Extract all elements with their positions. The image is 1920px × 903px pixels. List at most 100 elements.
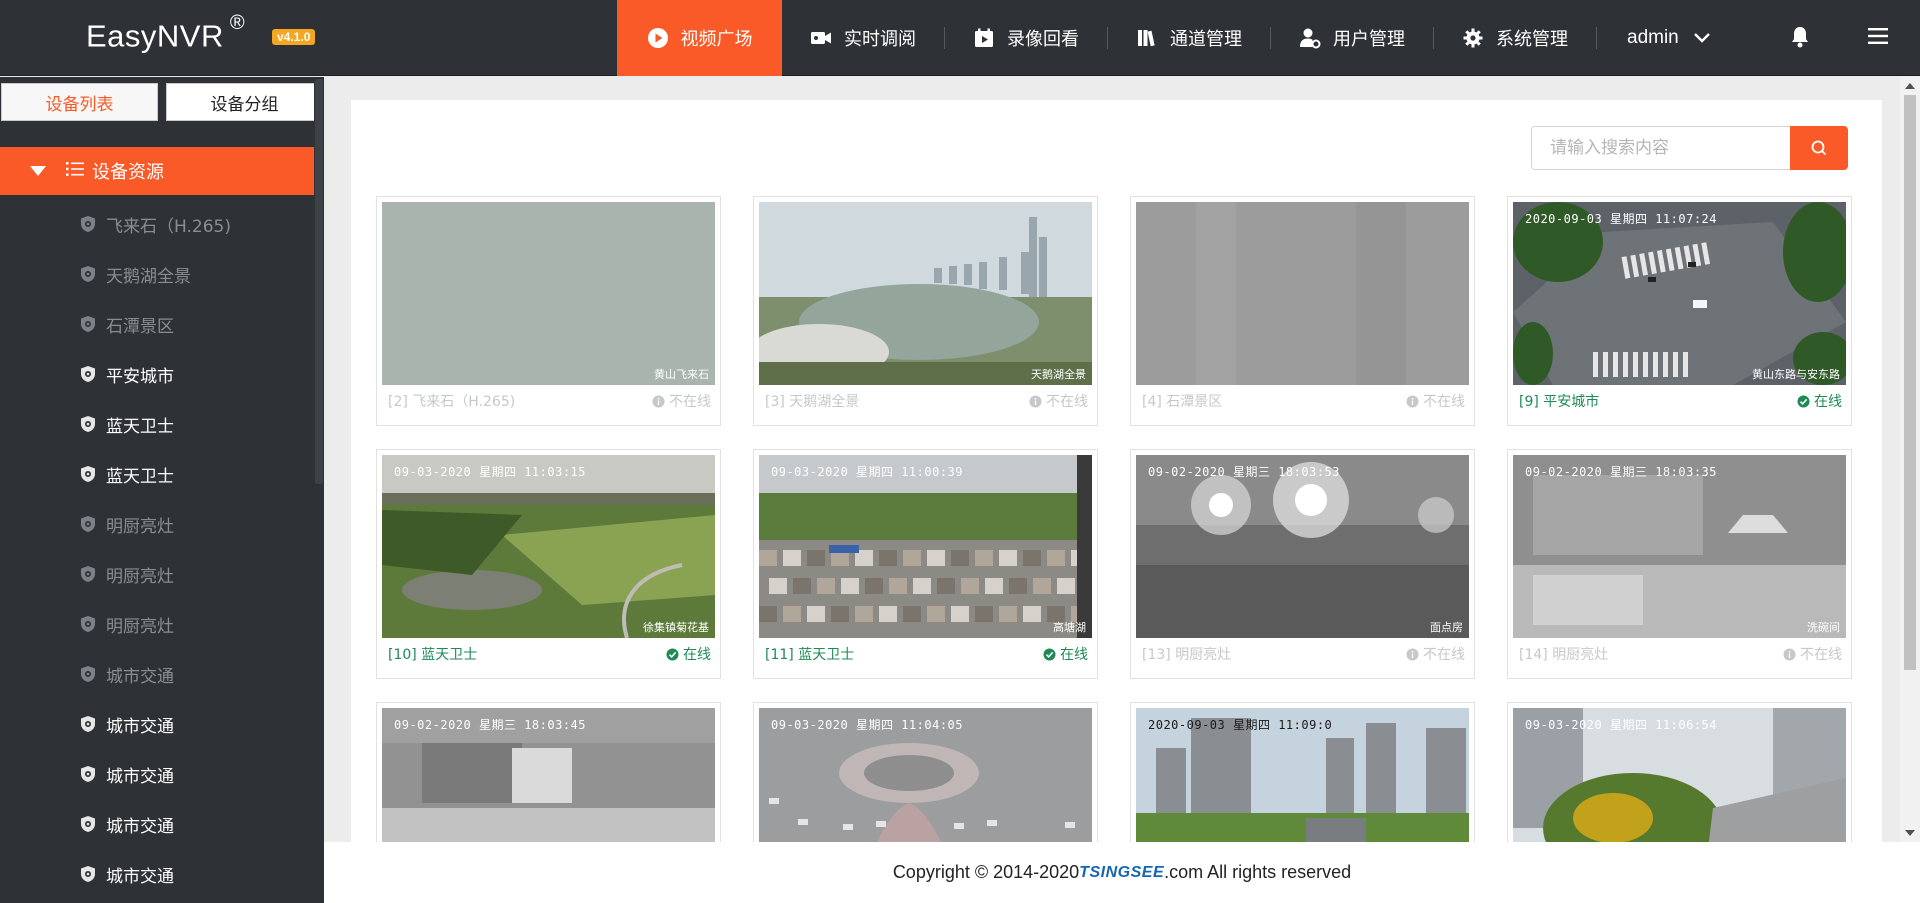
camera-shield-icon	[81, 766, 95, 782]
video-card[interactable]: 09-02-2020 星期三 18:03:35 洗碗间 [14] 明厨亮灶 不在线	[1507, 449, 1852, 679]
status-text: 在线	[683, 647, 711, 663]
device-item[interactable]: 天鹅湖全景	[0, 249, 314, 299]
user-menu[interactable]: admin	[1627, 27, 1711, 49]
video-caption: [2] 飞来石（H.265) 不在线	[388, 391, 711, 411]
camera-shield-icon	[81, 616, 95, 632]
device-item[interactable]: 城市交通	[0, 749, 314, 799]
osd-timestamp: 09-03-2020 星期四 11:06:54	[1525, 718, 1717, 732]
nav-item-3[interactable]: 通道管理	[1108, 0, 1270, 76]
video-card[interactable]: 黄山飞来石 [2] 飞来石（H.265) 不在线	[376, 196, 721, 426]
video-card[interactable]: 2020-09-03 星期四 11:07:24 黄山东路与安东路 [9] 平安城市 在…	[1507, 196, 1852, 426]
osd-timestamp: 09-03-2020 星期四 11:00:39	[771, 465, 963, 479]
video-thumbnail[interactable]: 天鹅湖全景	[759, 202, 1092, 385]
video-thumbnail[interactable]: 09-03-2020 星期四 11:03:15 徐集镇菊花基	[382, 455, 715, 638]
status-badge: 不在线	[1029, 391, 1088, 411]
scroll-down-arrow-icon[interactable]	[1905, 830, 1915, 836]
channel-title: [4] 石潭景区	[1142, 394, 1223, 410]
video-thumbnail[interactable]: 2020-09-03 星期四 11:07:24 黄山东路与安东路	[1513, 202, 1846, 385]
video-card[interactable]: 2020-09-03 星期四 11:09:0	[1130, 702, 1475, 842]
video-card[interactable]: 09-03-2020 星期四 11:03:15 徐集镇菊花基 [10] 蓝天卫士 在线	[376, 449, 721, 679]
calendar-play-icon	[973, 27, 995, 49]
device-item[interactable]: 石潭景区	[0, 299, 314, 349]
video-frame	[1136, 455, 1469, 638]
video-thumbnail[interactable]: 09-03-2020 星期四 11:04:05	[759, 708, 1092, 842]
video-caption: [4] 石潭景区 不在线	[1142, 391, 1465, 411]
video-card[interactable]: 09-03-2020 星期四 11:04:05	[753, 702, 1098, 842]
tab-device-group[interactable]: 设备分组	[166, 83, 323, 121]
tab-device-list[interactable]: 设备列表	[1, 83, 158, 121]
status-badge: 在线	[1797, 391, 1842, 411]
device-item[interactable]: 城市交通	[0, 649, 314, 699]
camera-shield-icon	[81, 866, 95, 882]
nav-item-label: 通道管理	[1170, 29, 1242, 50]
device-item[interactable]: 平安城市	[0, 349, 314, 399]
video-thumbnail[interactable]: 2020-09-03 星期四 11:09:0	[1136, 708, 1469, 842]
brand-logo[interactable]: EasyNVR ®	[86, 12, 245, 54]
video-card[interactable]: 09-03-2020 星期四 11:00:39 高塘湖 [11] 蓝天卫士 在线	[753, 449, 1098, 679]
device-item[interactable]: 蓝天卫士	[0, 449, 314, 499]
status-text: 不在线	[669, 394, 711, 410]
nav-item-5[interactable]: 系统管理	[1434, 0, 1596, 76]
status-badge: 在线	[666, 644, 711, 664]
video-card[interactable]: 09-02-2020 星期三 18:03:53 面点房 [13] 明厨亮灶 不在线	[1130, 449, 1475, 679]
bell-icon[interactable]	[1790, 26, 1810, 52]
username: admin	[1627, 27, 1679, 48]
search-button[interactable]	[1790, 126, 1848, 170]
osd-location: 面点房	[1430, 621, 1463, 634]
channel-title: [11] 蓝天卫士	[765, 647, 855, 663]
search-input[interactable]	[1531, 126, 1790, 170]
info-circle-icon	[1406, 395, 1419, 407]
device-item[interactable]: 城市交通	[0, 849, 314, 899]
search-icon	[1811, 140, 1827, 156]
nav-item-4[interactable]: 用户管理	[1271, 0, 1433, 76]
search-box	[1531, 126, 1848, 170]
check-circle-icon	[1797, 395, 1810, 407]
info-circle-icon	[1406, 648, 1419, 660]
status-text: 在线	[1060, 647, 1088, 663]
sidebar-scrollbar-thumb[interactable]	[315, 79, 323, 484]
video-card[interactable]: 天鹅湖全景 [3] 天鹅湖全景 不在线	[753, 196, 1098, 426]
channel-title: [13] 明厨亮灶	[1142, 647, 1232, 663]
nav-item-2[interactable]: 录像回看	[945, 0, 1107, 76]
sidebar-scrollbar[interactable]	[314, 77, 324, 903]
device-item[interactable]: 飞来石（H.265)	[0, 199, 314, 249]
camera-shield-icon	[81, 516, 95, 532]
video-frame	[759, 202, 1092, 385]
status-badge: 不在线	[1406, 644, 1465, 664]
video-frame	[1513, 202, 1846, 385]
device-item[interactable]: 蓝天卫士	[0, 399, 314, 449]
footer-copyright: Copyright © 2014-2020	[892, 862, 1080, 882]
scroll-up-arrow-icon[interactable]	[1905, 83, 1915, 89]
video-thumbnail[interactable]	[1136, 202, 1469, 385]
device-item[interactable]: 明厨亮灶	[0, 599, 314, 649]
tree-root-device-resources[interactable]: 设备资源	[0, 147, 314, 195]
main-scrollbar[interactable]	[1900, 77, 1920, 842]
osd-location: 黄山东路与安东路	[1752, 368, 1840, 381]
video-card[interactable]: 09-02-2020 星期三 18:03:45	[376, 702, 721, 842]
video-thumbnail[interactable]: 09-02-2020 星期三 18:03:35 洗碗间	[1513, 455, 1846, 638]
hamburger-menu-icon[interactable]	[1868, 27, 1888, 49]
nav-item-label: 实时调阅	[844, 29, 916, 50]
main-scrollbar-thumb[interactable]	[1904, 95, 1916, 670]
main-nav: 视频广场 实时调阅 录像回看 通道管理 用户管理 系统管理 admin	[617, 0, 1711, 76]
status-text: 不在线	[1800, 647, 1842, 663]
camera-shield-icon	[81, 466, 95, 482]
footer-tsingsee-logo[interactable]: TSINGSEE	[1079, 864, 1164, 882]
device-item[interactable]: 明厨亮灶	[0, 549, 314, 599]
device-item[interactable]: 城市交通	[0, 699, 314, 749]
nav-item-1[interactable]: 实时调阅	[782, 0, 944, 76]
video-thumbnail[interactable]: 黄山飞来石	[382, 202, 715, 385]
device-item[interactable]: 城市交通	[0, 799, 314, 849]
channel-title: [9] 平安城市	[1519, 394, 1600, 410]
nav-item-0[interactable]: 视频广场	[617, 0, 782, 76]
brand-name: EasyNVR	[86, 18, 224, 54]
video-thumbnail[interactable]: 09-02-2020 星期三 18:03:45	[382, 708, 715, 842]
video-thumbnail[interactable]: 09-02-2020 星期三 18:03:53 面点房	[1136, 455, 1469, 638]
device-label: 城市交通	[106, 766, 174, 787]
video-thumbnail[interactable]: 09-03-2020 星期四 11:06:54	[1513, 708, 1846, 842]
video-thumbnail[interactable]: 09-03-2020 星期四 11:00:39 高塘湖	[759, 455, 1092, 638]
video-card[interactable]: 09-03-2020 星期四 11:06:54	[1507, 702, 1852, 842]
osd-timestamp: 2020-09-03 星期四 11:09:0	[1148, 718, 1333, 732]
video-card[interactable]: [4] 石潭景区 不在线	[1130, 196, 1475, 426]
device-item[interactable]: 明厨亮灶	[0, 499, 314, 549]
